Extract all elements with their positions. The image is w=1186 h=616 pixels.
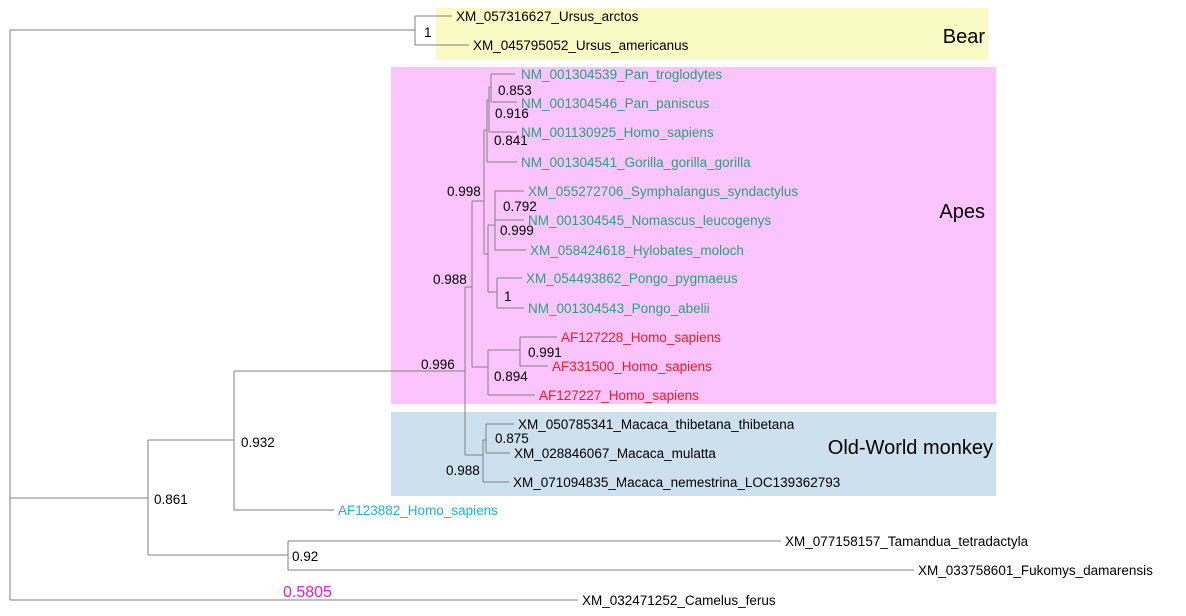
tip-label: XM_033758601_Fukomys_damarensis: [918, 563, 1153, 578]
tip-label: XM_057316627_Ursus_arctos: [456, 9, 639, 24]
tip-label: NM_001304545_Nomascus_leucogenys: [528, 213, 771, 228]
support-hominidae-hylobatidae: 0.998: [447, 184, 481, 199]
tip-label: AF127228_Homo_sapiens: [561, 330, 721, 345]
tip-label: XM_050785341_Macaca_thibetana_thibetana: [518, 417, 795, 432]
support-af-clade: 0.894: [494, 369, 528, 384]
support-hylobatidae-inner: 0.792: [503, 199, 537, 214]
tip-label: AF127227_Homo_sapiens: [539, 388, 699, 403]
tip-label: XM_032471252_Camelus_ferus: [582, 593, 776, 608]
support-apes: 0.988: [433, 272, 467, 287]
tip-label: XM_045795052_Ursus_americanus: [473, 38, 689, 53]
tip-label: XM_055272706_Symphalangus_syndactylus: [528, 184, 798, 199]
tip-label: XM_071094835_Macaca_nemestrina_LOC139362…: [513, 475, 840, 490]
tip-label: NM_001304539_Pan_troglodytes: [521, 67, 722, 82]
tip-label: AF123882_Homo_sapiens: [338, 503, 498, 518]
support-pongo: 1: [504, 289, 512, 304]
scale-label: 0.5805: [283, 584, 332, 601]
group-label-old-world-monkey: Old-World monkey: [828, 437, 993, 459]
tip-label: NM_001304541_Gorilla_gorilla_gorilla: [521, 155, 751, 170]
tip-label: XM_058424618_Hylobates_moloch: [530, 243, 744, 258]
support-primates: 0.996: [421, 357, 455, 372]
support-macaca-inner: 0.875: [495, 431, 529, 446]
support-0932-node: 0.932: [241, 435, 275, 450]
tip-label: AF331500_Homo_sapiens: [552, 359, 712, 374]
tip-label: NM_001130925_Homo_sapiens: [521, 125, 714, 140]
support-bear: 1: [424, 25, 432, 40]
group-label-apes: Apes: [939, 201, 985, 223]
tip-label: XM_077158157_Tamandua_tetradactyla: [785, 534, 1029, 549]
tip-label: NM_001304543_Pongo_abelii: [528, 301, 710, 316]
apes-group-box: [391, 67, 996, 404]
tip-label: XM_028846067_Macaca_mulatta: [514, 446, 716, 461]
tip-label: XM_054493862_Pongo_pygmaeus: [526, 271, 738, 286]
phylogenetic-tree: 1 0.853 0.916 0.841 0.998 0.792 0.999 1 …: [9, 8, 1153, 608]
support-macaca: 0.988: [446, 463, 480, 478]
support-092-node: 0.92: [292, 549, 318, 564]
tip-label: NM_001304546_Pan_paniscus: [521, 96, 710, 111]
group-label-bear: Bear: [943, 26, 986, 48]
support-af-inner: 0.991: [528, 345, 562, 360]
support-0861-node: 0.861: [154, 492, 188, 507]
